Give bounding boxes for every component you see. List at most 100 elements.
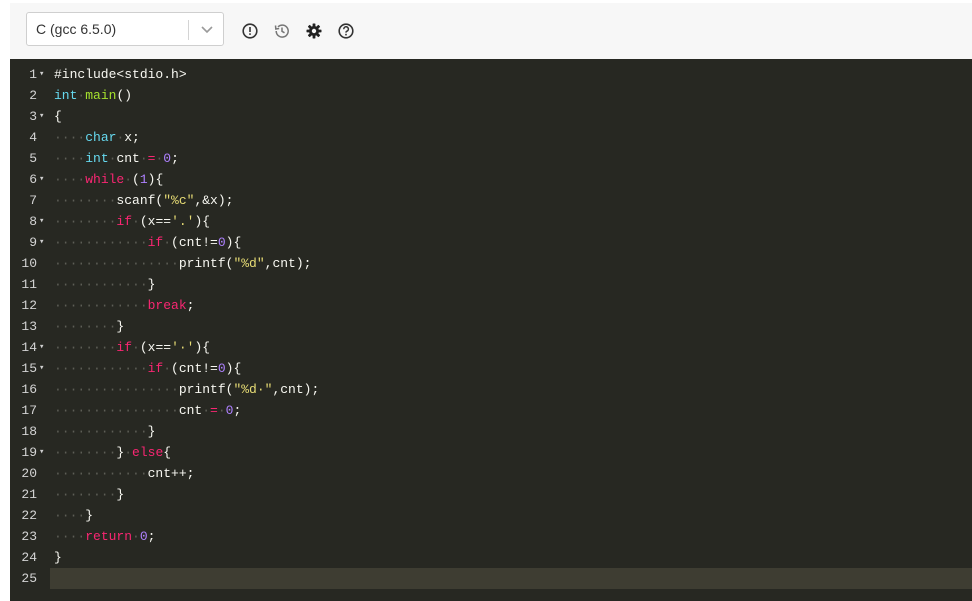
code-token: break <box>147 298 187 313</box>
code-line[interactable]: ········} <box>54 484 124 505</box>
code-token: if <box>116 340 133 355</box>
code-token: 0 <box>139 529 148 544</box>
fold-toggle-icon[interactable]: ▾ <box>39 169 49 190</box>
code-line[interactable]: } <box>54 547 62 568</box>
code-token: ········ <box>54 340 117 355</box>
code-line[interactable]: ············if·(cnt!=0){ <box>54 358 241 379</box>
active-line-highlight <box>50 568 972 589</box>
code-token: ···· <box>54 529 86 544</box>
line-number: 11 <box>21 277 37 292</box>
code-line[interactable]: ············cnt++; <box>54 463 194 484</box>
line-number: 2 <box>29 88 37 103</box>
fold-toggle-icon[interactable]: ▾ <box>39 358 49 379</box>
fold-toggle-icon[interactable]: ▾ <box>39 232 49 253</box>
code-line[interactable]: ····int·cnt·=·0; <box>54 148 179 169</box>
fold-toggle-icon[interactable]: ▾ <box>39 106 49 127</box>
code-token: ················ <box>54 403 179 418</box>
code-line[interactable]: ········if·(x=='.'){ <box>54 211 210 232</box>
code-line[interactable]: ············if·(cnt!=0){ <box>54 232 241 253</box>
code-line[interactable]: int·main() <box>54 85 132 106</box>
code-token: cnt++; <box>147 466 195 481</box>
chevron-down-icon[interactable] <box>199 21 215 37</box>
fold-toggle-icon[interactable]: ▾ <box>39 64 49 85</box>
line-number: 3 <box>29 109 37 124</box>
line-number: 13 <box>21 319 37 334</box>
code-token: ············ <box>54 298 148 313</box>
code-token: ················ <box>54 382 179 397</box>
code-line[interactable]: ········scanf("%c",&x); <box>54 190 233 211</box>
fold-toggle-icon[interactable]: ▾ <box>39 337 49 358</box>
code-token: ············ <box>54 235 148 250</box>
code-token: } <box>85 508 94 523</box>
code-token: ········ <box>54 193 117 208</box>
line-number: 8 <box>29 214 37 229</box>
code-line[interactable]: ····} <box>54 505 93 526</box>
line-number: 20 <box>21 466 37 481</box>
code-token: (cnt!= <box>171 361 218 376</box>
fold-toggle-icon[interactable]: ▾ <box>39 211 49 232</box>
code-token: int <box>85 151 109 166</box>
code-token: "%c" <box>163 193 195 208</box>
code-line[interactable]: ····return·0; <box>54 526 155 547</box>
code-line[interactable]: ········if·(x=='·'){ <box>54 337 210 358</box>
code-token: ········ <box>54 214 117 229</box>
code-token: ,cnt); <box>264 256 312 271</box>
code-token: · <box>202 403 211 418</box>
code-token: · <box>163 235 172 250</box>
code-token: 0 <box>163 151 172 166</box>
code-token: scanf( <box>116 193 164 208</box>
code-token: ( <box>132 172 140 187</box>
code-token: 0 <box>217 235 226 250</box>
code-line[interactable]: ················printf("%d·",cnt); <box>54 379 319 400</box>
code-token: printf( <box>178 382 234 397</box>
code-token: ···· <box>54 151 86 166</box>
code-line[interactable]: { <box>54 106 62 127</box>
code-token: ············ <box>54 424 148 439</box>
line-number: 16 <box>21 382 37 397</box>
language-select-value: C (gcc 6.5.0) <box>36 21 117 37</box>
code-token: char <box>85 130 117 145</box>
code-line[interactable]: ················cnt·=·0; <box>54 400 241 421</box>
code-token: ){ <box>225 361 242 376</box>
code-line[interactable]: ····while·(1){ <box>54 169 163 190</box>
alert-circle-icon[interactable] <box>241 22 259 40</box>
code-line[interactable]: #include<stdio.h> <box>54 64 187 85</box>
code-token: · <box>132 214 140 229</box>
help-circle-icon[interactable] <box>337 22 355 40</box>
fold-toggle-icon[interactable]: ▾ <box>39 442 49 463</box>
code-token: ················ <box>54 256 179 271</box>
language-select[interactable]: C (gcc 6.5.0) <box>26 12 224 46</box>
code-token: main <box>85 88 117 103</box>
code-token: cnt <box>178 403 203 418</box>
code-token: ···· <box>54 130 86 145</box>
code-token: x; <box>124 130 140 145</box>
code-line[interactable]: ············} <box>54 421 155 442</box>
code-line[interactable]: ············break; <box>54 295 194 316</box>
code-token: ···· <box>54 508 86 523</box>
code-line[interactable]: ················printf("%d",cnt); <box>54 253 311 274</box>
code-token: ; <box>233 403 242 418</box>
code-token: · <box>132 340 140 355</box>
line-number: 7 <box>29 193 37 208</box>
code-token: ){ <box>194 214 211 229</box>
code-line[interactable]: ········} <box>54 316 124 337</box>
code-token: } <box>147 277 156 292</box>
history-icon[interactable] <box>273 22 291 40</box>
code-token: printf( <box>178 256 234 271</box>
line-number: 15 <box>21 361 37 376</box>
code-editor[interactable]: 1 ▾ #include<stdio.h> 2 int·main() 3 ▾{4 ····ch… <box>10 59 972 601</box>
code-line[interactable]: ····char·x; <box>54 127 140 148</box>
code-token: cnt <box>116 151 140 166</box>
gear-icon[interactable] <box>305 22 323 40</box>
code-line[interactable]: ············} <box>54 274 155 295</box>
code-token: · <box>139 151 148 166</box>
select-divider <box>188 20 189 40</box>
code-token: (x== <box>139 214 172 229</box>
code-line[interactable]: ········}·else{ <box>54 442 171 463</box>
line-number: 19 <box>21 445 37 460</box>
code-token: = <box>210 403 218 418</box>
line-number: 24 <box>21 550 37 565</box>
code-token: · <box>163 361 172 376</box>
code-token: · <box>124 445 133 460</box>
code-token: ,&x); <box>194 193 234 208</box>
